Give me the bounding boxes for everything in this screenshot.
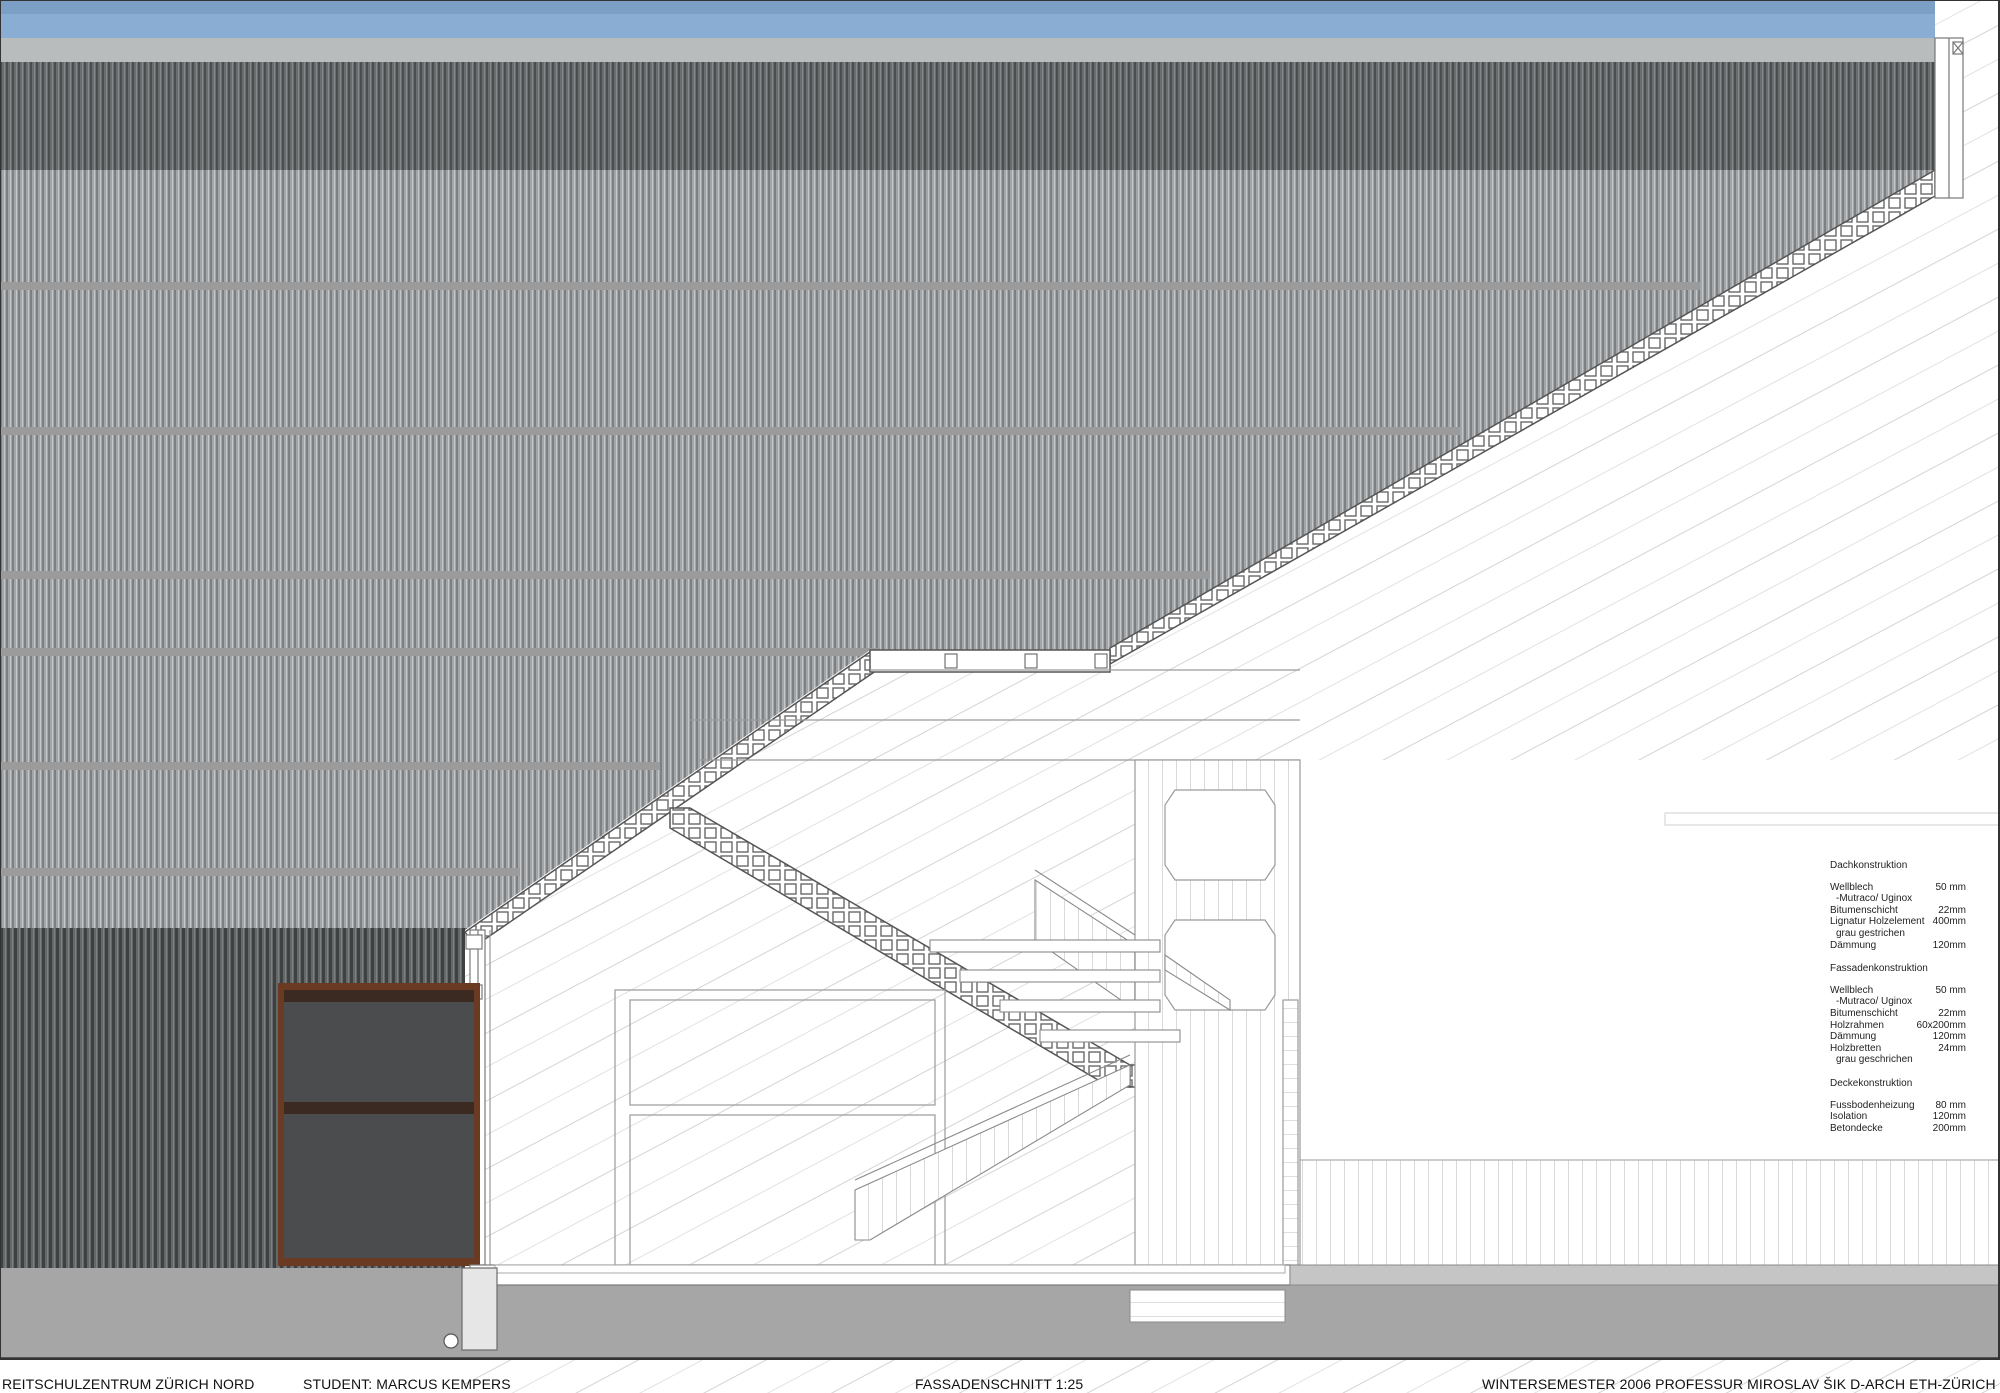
spec-label: Wellblech: [1830, 984, 1874, 996]
spec-value: 50 mm: [1935, 881, 1966, 893]
spec-label: Bitumenschicht: [1830, 904, 1898, 916]
ridge-beam: [869, 649, 1111, 673]
window: [278, 983, 480, 1266]
spec-label: -Mutraco/ Uginox: [1836, 996, 1913, 1008]
spec-value: 120mm: [1932, 1111, 1966, 1123]
spec-label: Isolation: [1830, 1111, 1868, 1123]
floor-and-foundation: [0, 1264, 2000, 1360]
spec-row: Fussbodenheizung 80 mm: [1830, 1100, 1966, 1112]
spec-label: Dämmung: [1830, 939, 1877, 951]
window-glass-lower: [284, 1114, 474, 1258]
spec-row: Isolation 120mm: [1830, 1111, 1966, 1123]
spec-row: Holzbretten 24mm: [1830, 1043, 1966, 1055]
spec-row: Holzrahmen 60x200mm: [1830, 1020, 1966, 1032]
spec-row: grau gestrichen: [1830, 928, 1966, 940]
hall-footing: [1129, 1289, 1286, 1323]
spec-group: Dachkonstruktion Wellblech 50 mm -Mutraco/…: [1830, 860, 1966, 951]
spec-label: Dämmung: [1830, 1031, 1877, 1043]
spec-row: Bitumenschicht 22mm: [1830, 905, 1966, 917]
student-name: STUDENT: MARCUS KEMPERS: [303, 1376, 511, 1392]
ridge-detail: [1934, 37, 1964, 199]
hall-wainscot: [1300, 1160, 2000, 1265]
construction-spec-legend: Dachkonstruktion Wellblech 50 mm -Mutraco/…: [1830, 860, 1966, 1146]
spec-row: Lignatur Holzelement 400mm: [1830, 916, 1966, 928]
spec-value: 120mm: [1932, 1031, 1966, 1043]
spec-label: -Mutraco/ Uginox: [1836, 893, 1913, 905]
upper-dark-band: [0, 62, 1935, 170]
spec-label: grau geschrichen: [1836, 1054, 1913, 1066]
facade-section-drawing: [0, 0, 2000, 1393]
roof-rib: [1664, 812, 2000, 826]
spec-value: 22mm: [1938, 904, 1966, 916]
window-glass-upper: [284, 1002, 474, 1102]
spec-group: Deckekonstruktion Fussbodenheizung 80 mm Is…: [1830, 1078, 1966, 1134]
spec-value: 80 mm: [1935, 1099, 1966, 1111]
spec-label: Fussbodenheizung: [1830, 1099, 1915, 1111]
spec-row: Dämmung 120mm: [1830, 1031, 1966, 1043]
spec-value: 22mm: [1938, 1007, 1966, 1019]
spec-row: Wellblech 50 mm: [1830, 882, 1966, 894]
spec-value: 60x200mm: [1916, 1019, 1966, 1031]
spec-label: Holzbretten: [1830, 1042, 1882, 1054]
spec-value: 50 mm: [1935, 984, 1966, 996]
spec-value: 400mm: [1932, 916, 1966, 928]
sky-gradient: [0, 0, 2000, 14]
spec-row: Dämmung 120mm: [1830, 940, 1966, 952]
spec-heading: Deckekonstruktion: [1830, 1077, 1913, 1089]
spec-label: Bitumenschicht: [1830, 1007, 1898, 1019]
spec-label: Betondecke: [1830, 1122, 1883, 1134]
institution: WINTERSEMESTER 2006 PROFESSUR MIROSLAV Š…: [1482, 1376, 1996, 1392]
spec-value: 200mm: [1932, 1122, 1966, 1134]
spec-label: Holzrahmen: [1830, 1019, 1884, 1031]
spec-label: grau gestrichen: [1836, 927, 1905, 939]
spec-label: Wellblech: [1830, 881, 1874, 893]
column-void-upper: [1164, 789, 1276, 881]
spec-value: 24mm: [1938, 1042, 1966, 1054]
spec-heading: Dachkonstruktion: [1830, 860, 1908, 871]
hall-floor: [1289, 1264, 2000, 1286]
spec-row: Betondecke 200mm: [1830, 1123, 1966, 1135]
spec-value: 120mm: [1932, 939, 1966, 951]
spec-row: Wellblech 50 mm: [1830, 985, 1966, 997]
spec-heading: Fassadenkonstruktion: [1830, 963, 1928, 975]
spec-label: Lignatur Holzelement: [1830, 916, 1925, 928]
spec-group: Fassadenkonstruktion Wellblech 50 mm -Mutr…: [1830, 963, 1966, 1066]
roof-edge-cap: [0, 38, 1935, 62]
spec-row: Bitumenschicht 22mm: [1830, 1008, 1966, 1020]
project-name: REITSCHULZENTRUM ZÜRICH NORD: [2, 1376, 255, 1392]
spec-row: grau geschrichen: [1830, 1054, 1966, 1066]
sheet-title: FASSADENSCHNITT 1:25: [915, 1376, 1084, 1392]
spec-row: -Mutraco/ Uginox: [1830, 996, 1966, 1008]
foundation: [461, 1267, 498, 1351]
spec-row: -Mutraco/ Uginox: [1830, 893, 1966, 905]
